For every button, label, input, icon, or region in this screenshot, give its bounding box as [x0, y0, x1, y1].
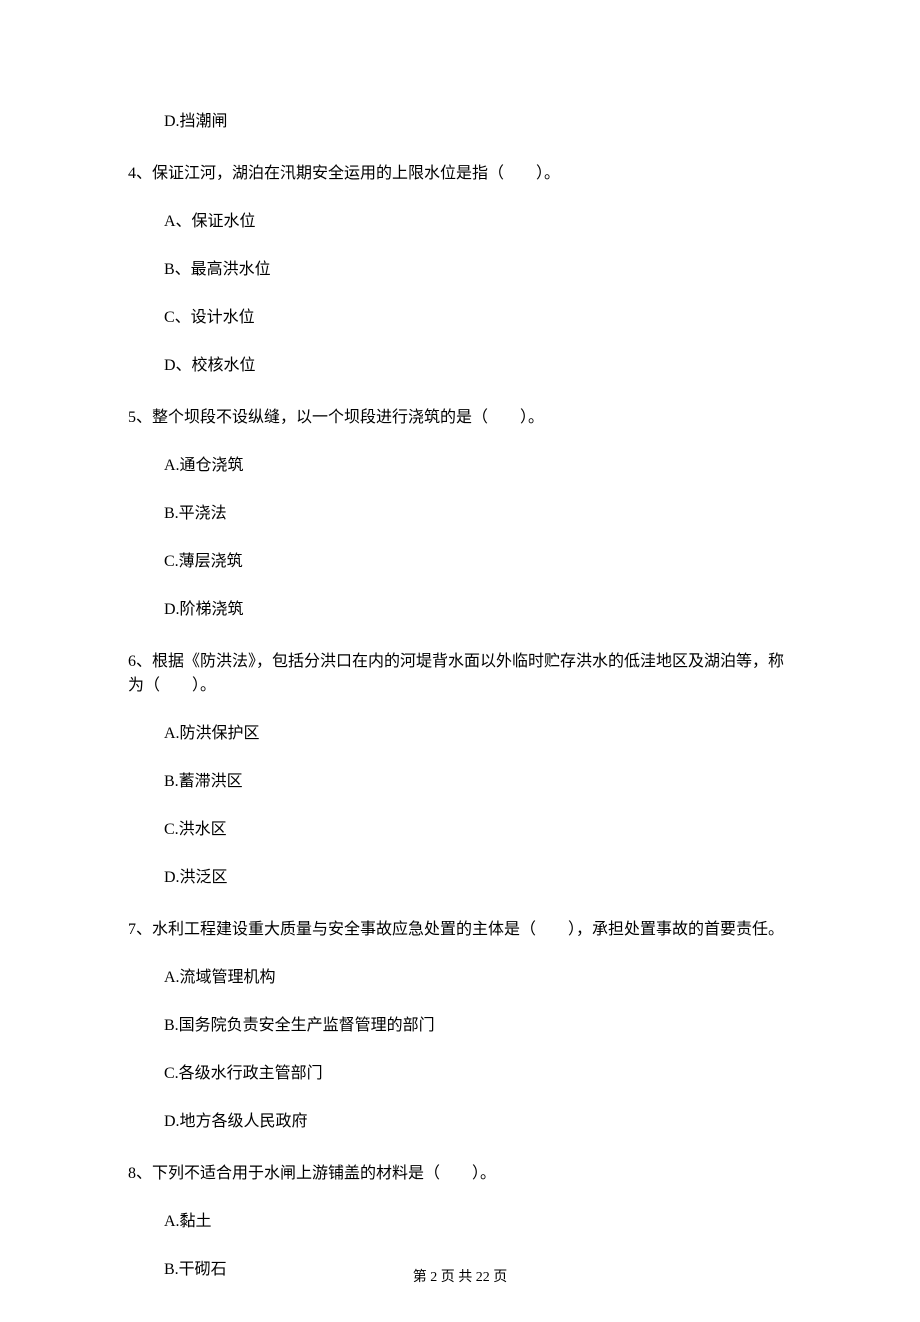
question-block: 4、保证江河，湖泊在汛期安全运用的上限水位是指（ ）。 A、保证水位 B、最高洪…	[128, 162, 792, 378]
question-text: 7、水利工程建设重大质量与安全事故应急处置的主体是（ ），承担处置事故的首要责任…	[128, 918, 792, 942]
answer-option: B、最高洪水位	[164, 258, 792, 282]
answer-option: B.平浇法	[164, 502, 792, 526]
answer-option: C.薄层浇筑	[164, 550, 792, 574]
answer-option: A、保证水位	[164, 210, 792, 234]
answer-option: B.蓄滞洪区	[164, 770, 792, 794]
answer-option: D.洪泛区	[164, 866, 792, 890]
answer-option: D.挡潮闸	[164, 110, 792, 134]
question-text: 4、保证江河，湖泊在汛期安全运用的上限水位是指（ ）。	[128, 162, 792, 186]
answer-option: B.国务院负责安全生产监督管理的部门	[164, 1014, 792, 1038]
answer-option: C、设计水位	[164, 306, 792, 330]
question-text: 5、整个坝段不设纵缝，以一个坝段进行浇筑的是（ ）。	[128, 406, 792, 430]
answer-option: A.通仓浇筑	[164, 454, 792, 478]
question-block: D.挡潮闸	[128, 110, 792, 134]
question-block: 8、下列不适合用于水闸上游铺盖的材料是（ ）。 A.黏土 B.干砌石	[128, 1162, 792, 1282]
option-list: A.防洪保护区 B.蓄滞洪区 C.洪水区 D.洪泛区	[128, 722, 792, 890]
answer-option: C.各级水行政主管部门	[164, 1062, 792, 1086]
option-list: A.通仓浇筑 B.平浇法 C.薄层浇筑 D.阶梯浇筑	[128, 454, 792, 622]
answer-option: D.地方各级人民政府	[164, 1110, 792, 1134]
option-list: D.挡潮闸	[128, 110, 792, 134]
question-block: 7、水利工程建设重大质量与安全事故应急处置的主体是（ ），承担处置事故的首要责任…	[128, 918, 792, 1134]
answer-option: A.防洪保护区	[164, 722, 792, 746]
question-block: 5、整个坝段不设纵缝，以一个坝段进行浇筑的是（ ）。 A.通仓浇筑 B.平浇法 …	[128, 406, 792, 622]
answer-option: A.黏土	[164, 1210, 792, 1234]
option-list: A、保证水位 B、最高洪水位 C、设计水位 D、校核水位	[128, 210, 792, 378]
answer-option: A.流域管理机构	[164, 966, 792, 990]
document-page: D.挡潮闸 4、保证江河，湖泊在汛期安全运用的上限水位是指（ ）。 A、保证水位…	[0, 0, 920, 1322]
page-footer: 第 2 页 共 22 页	[0, 1267, 920, 1288]
answer-option: D、校核水位	[164, 354, 792, 378]
option-list: A.流域管理机构 B.国务院负责安全生产监督管理的部门 C.各级水行政主管部门 …	[128, 966, 792, 1134]
answer-option: C.洪水区	[164, 818, 792, 842]
question-text: 6、根据《防洪法》，包括分洪口在内的河堤背水面以外临时贮存洪水的低洼地区及湖泊等…	[128, 650, 792, 698]
question-block: 6、根据《防洪法》，包括分洪口在内的河堤背水面以外临时贮存洪水的低洼地区及湖泊等…	[128, 650, 792, 890]
question-text: 8、下列不适合用于水闸上游铺盖的材料是（ ）。	[128, 1162, 792, 1186]
answer-option: D.阶梯浇筑	[164, 598, 792, 622]
